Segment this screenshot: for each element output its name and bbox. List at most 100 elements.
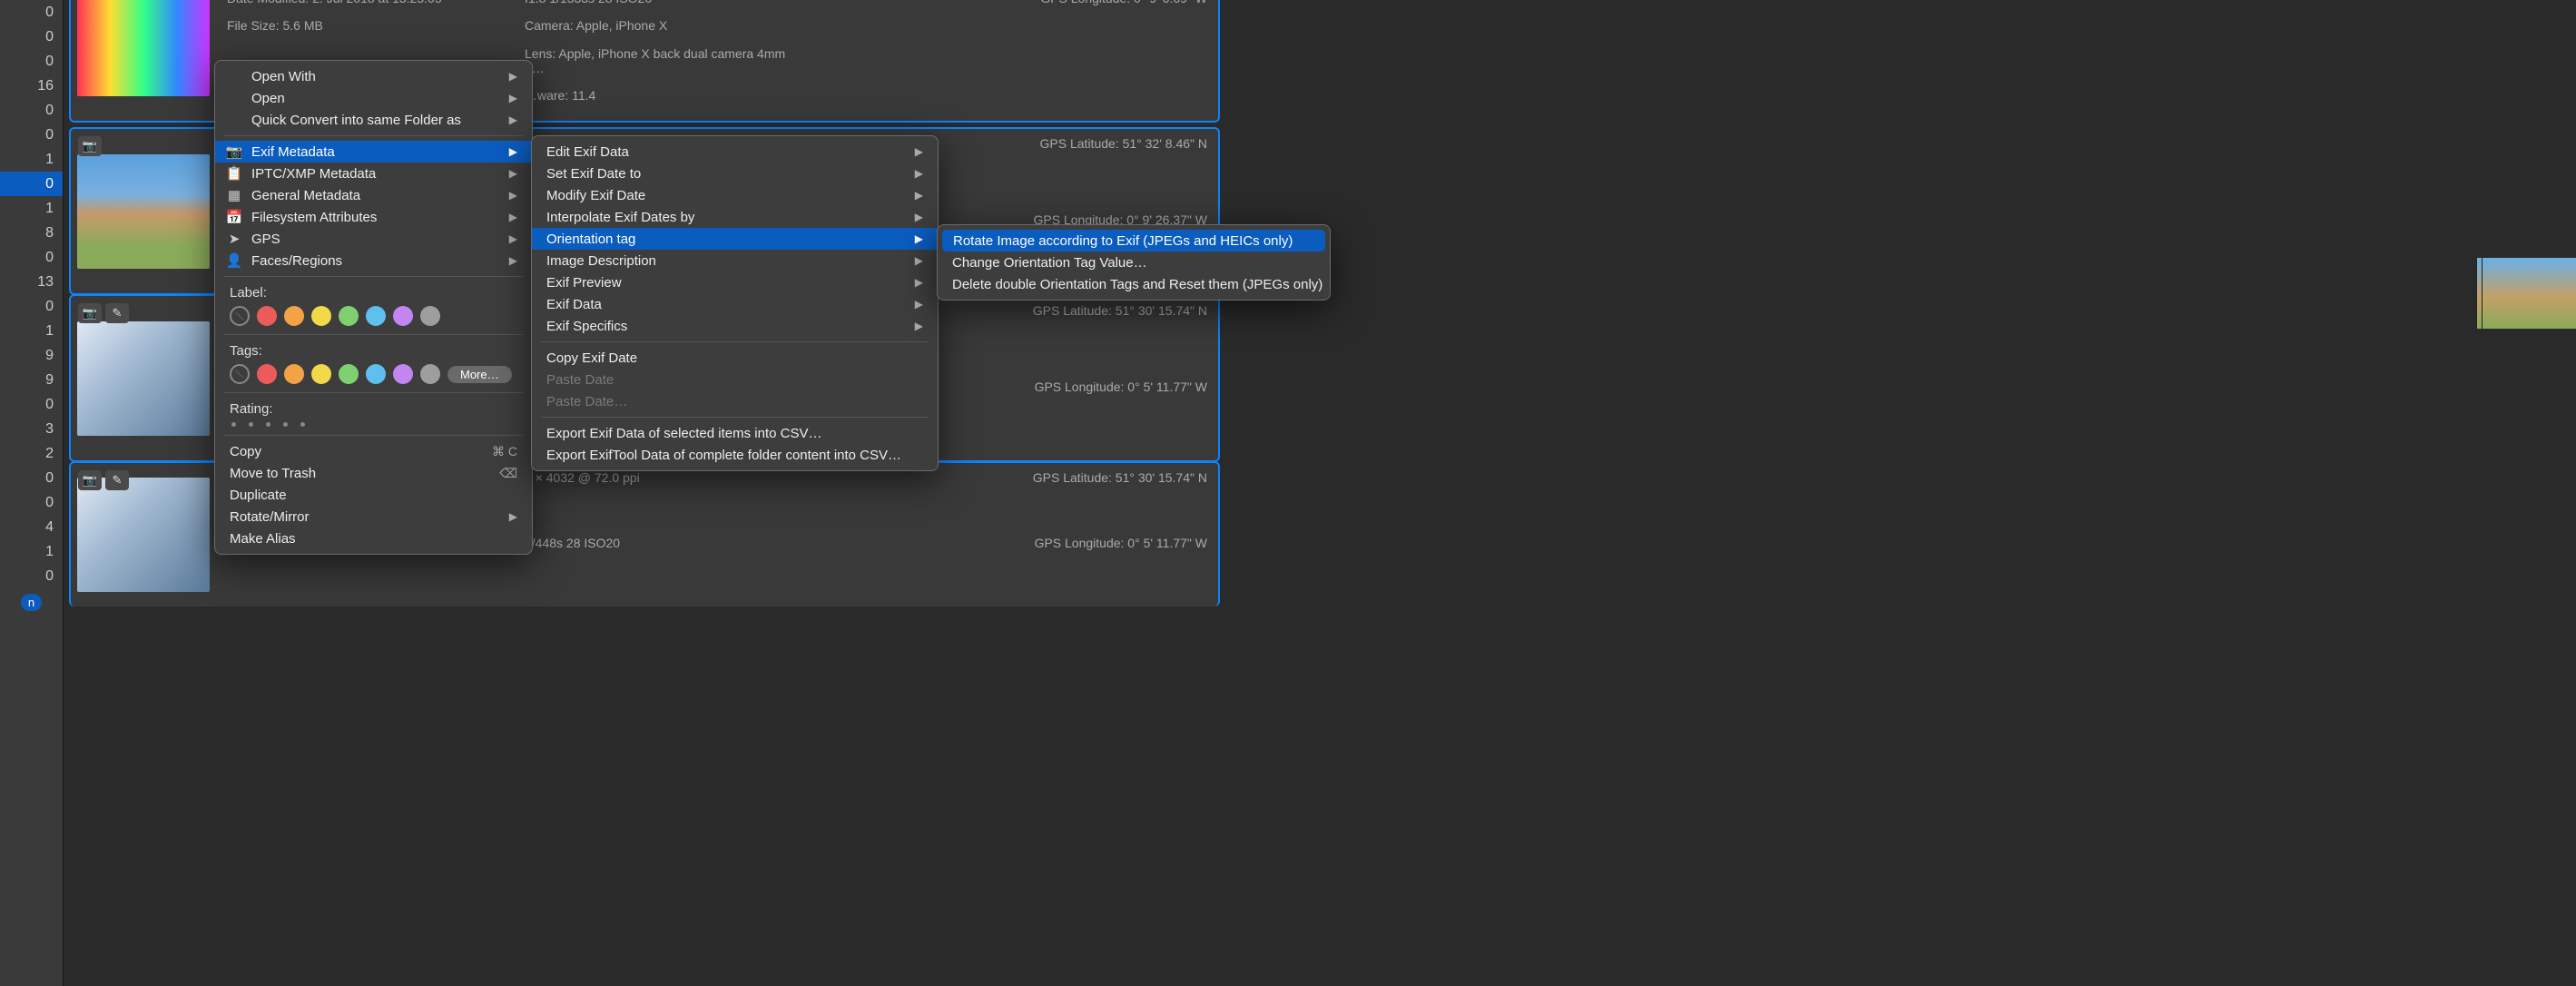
menu-tags-section: Tags: More… [215, 340, 532, 388]
thumbnail[interactable]: 📷 ✎ [71, 296, 216, 460]
label-green[interactable] [339, 306, 359, 326]
menu-orientation-tag[interactable]: Orientation tag▶ [532, 228, 938, 250]
chevron-right-icon: ▶ [915, 145, 923, 158]
menu-gps[interactable]: ➤ GPS▶ [215, 228, 532, 250]
label-purple[interactable] [393, 306, 413, 326]
left-num: 13 [0, 270, 63, 294]
menu-duplicate[interactable]: Duplicate [215, 484, 532, 506]
menu-modify-exif-date[interactable]: Modify Exif Date▶ [532, 184, 938, 206]
menu-exif-data[interactable]: Exif Data▶ [532, 293, 938, 315]
thumbnail-image [77, 0, 210, 96]
chevron-right-icon: ▶ [509, 145, 517, 158]
camera-icon: 📷 [78, 470, 102, 490]
menu-iptc-xmp[interactable]: 📋 IPTC/XMP Metadata▶ [215, 163, 532, 184]
left-number-column: 0 0 0 16 0 0 1 0 1 8 0 13 0 1 9 9 0 3 2 … [0, 0, 64, 986]
menu-quick-convert[interactable]: Quick Convert into same Folder as▶ [215, 109, 532, 131]
chevron-right-icon: ▶ [509, 189, 517, 202]
chevron-right-icon: ▶ [509, 70, 517, 83]
menu-general-metadata[interactable]: ▦ General Metadata▶ [215, 184, 532, 206]
meta-gps-lon: GPS Longitude: 0° 9' 6.69" W [822, 0, 1207, 16]
left-num: 0 [0, 98, 63, 123]
tag-cyan[interactable] [366, 364, 386, 384]
chevron-right-icon: ▶ [915, 254, 923, 267]
label-none[interactable] [230, 306, 250, 326]
menu-export-selected-csv[interactable]: Export Exif Data of selected items into … [532, 422, 938, 444]
chevron-right-icon: ▶ [509, 510, 517, 523]
chevron-right-icon: ▶ [915, 320, 923, 332]
label-yellow[interactable] [311, 306, 331, 326]
tag-yellow[interactable] [311, 364, 331, 384]
menu-delete-double-orientation[interactable]: Delete double Orientation Tags and Reset… [938, 273, 1330, 295]
menu-faces-regions[interactable]: 👤 Faces/Regions▶ [215, 250, 532, 271]
menu-open-with[interactable]: Open With▶ [215, 65, 532, 87]
menu-set-exif-date[interactable]: Set Exif Date to▶ [532, 163, 938, 184]
calendar-icon: 📅 [226, 209, 242, 225]
camera-icon: 📷 [78, 136, 102, 156]
left-num: 2 [0, 441, 63, 466]
left-num: 9 [0, 368, 63, 392]
tag-red[interactable] [257, 364, 277, 384]
label-orange[interactable] [284, 306, 304, 326]
context-menu: Open With▶ Open▶ Quick Convert into same… [214, 60, 533, 555]
left-num: 8 [0, 221, 63, 245]
edit-icon: ✎ [105, 303, 129, 323]
meta-exposure: f1.8 1/1333s 28 ISO20 [525, 0, 797, 16]
tags-more-button[interactable]: More… [447, 366, 512, 383]
meta-dims: 4 × 4032 @ 72.0 ppi [525, 470, 797, 534]
meta-gps-lon: GPS Longitude: 0° 5' 11.77" W [822, 536, 1207, 599]
menu-image-description[interactable]: Image Description▶ [532, 250, 938, 271]
edit-icon: ✎ [105, 470, 129, 490]
menu-filesystem-attrs[interactable]: 📅 Filesystem Attributes▶ [215, 206, 532, 228]
thumbnail[interactable]: 📷 [71, 129, 216, 293]
menu-exif-specifics[interactable]: Exif Specifics▶ [532, 315, 938, 337]
tag-none[interactable] [230, 364, 250, 384]
grid-icon: ▦ [226, 187, 242, 203]
menu-separator [224, 435, 523, 436]
left-num: 1 [0, 319, 63, 343]
menu-change-orientation-value[interactable]: Change Orientation Tag Value… [938, 251, 1330, 273]
menu-edit-exif-data[interactable]: Edit Exif Data▶ [532, 141, 938, 163]
left-num: 1 [0, 196, 63, 221]
left-num: 3 [0, 417, 63, 441]
menu-rotate-mirror[interactable]: Rotate/Mirror▶ [215, 506, 532, 528]
menu-interpolate-exif-dates[interactable]: Interpolate Exif Dates by▶ [532, 206, 938, 228]
tag-orange[interactable] [284, 364, 304, 384]
menu-separator [224, 276, 523, 277]
menu-separator [224, 392, 523, 393]
chevron-right-icon: ▶ [509, 113, 517, 126]
thumbnail[interactable]: 📷 ✎ [71, 463, 216, 606]
menu-make-alias[interactable]: Make Alias [215, 528, 532, 549]
menu-rotate-according-exif[interactable]: Rotate Image according to Exif (JPEGs an… [942, 230, 1325, 251]
menu-paste-date-ellipsis: Paste Date… [532, 390, 938, 412]
clipboard-icon: 📋 [226, 165, 242, 182]
menu-rating-section: Rating: [215, 398, 532, 430]
chevron-right-icon: ▶ [915, 167, 923, 180]
chevron-right-icon: ▶ [915, 211, 923, 223]
preview-thumb[interactable] [2482, 258, 2576, 329]
tag-green[interactable] [339, 364, 359, 384]
menu-separator [541, 341, 929, 342]
meta-date-modified: Date Modified: 2. Jul 2018 at 13:25:05 [227, 0, 499, 16]
left-num: 0 [0, 466, 63, 490]
tag-purple[interactable] [393, 364, 413, 384]
tag-gray[interactable] [420, 364, 440, 384]
thumbnail-image [77, 154, 210, 269]
menu-move-to-trash[interactable]: Move to Trash⌫ [215, 462, 532, 484]
label-cyan[interactable] [366, 306, 386, 326]
menu-exif-metadata[interactable]: 📷 Exif Metadata▶ [215, 141, 532, 163]
person-icon: 👤 [226, 252, 242, 269]
chevron-right-icon: ▶ [915, 276, 923, 289]
label-red[interactable] [257, 306, 277, 326]
label-gray[interactable] [420, 306, 440, 326]
left-num-selected[interactable]: 0 [0, 172, 63, 196]
menu-export-all-csv[interactable]: Export ExifTool Data of complete folder … [532, 444, 938, 466]
menu-paste-date: Paste Date [532, 369, 938, 390]
thumbnail[interactable] [71, 0, 216, 121]
menu-open[interactable]: Open▶ [215, 87, 532, 109]
left-num: 0 [0, 245, 63, 270]
rating-dots[interactable] [230, 422, 517, 427]
menu-exif-preview[interactable]: Exif Preview▶ [532, 271, 938, 293]
left-pill: n [21, 594, 42, 611]
menu-copy-exif-date[interactable]: Copy Exif Date [532, 347, 938, 369]
menu-copy[interactable]: Copy⌘ C [215, 440, 532, 462]
